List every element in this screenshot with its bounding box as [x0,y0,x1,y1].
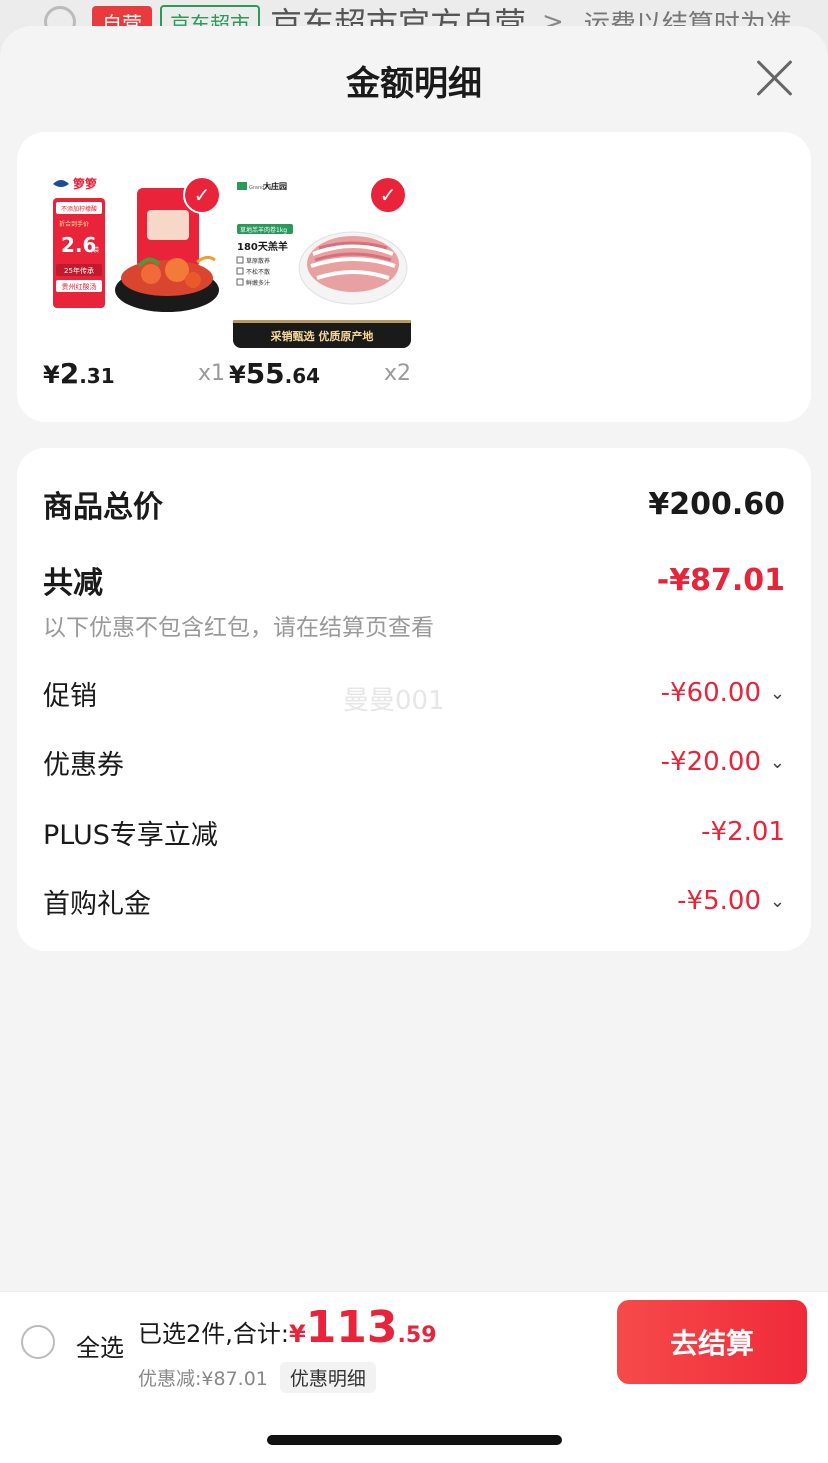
price-integer: 2 [59,357,80,390]
close-icon[interactable] [754,58,794,98]
total-reduction-label: 共减 [43,566,103,601]
discount-note: 以下优惠不包含红包，请在结算页查看 [43,615,434,641]
product-2-bullet: 鲜嫩多汁 [246,279,270,287]
selected-total: 已选2件,合计: ¥ 113 .59 [138,1306,437,1350]
product-1-badge: 不添加柠檬酸 [61,205,97,213]
product-2-headline: 180天羔羊 [237,240,288,253]
product-image: 箩箩 不添加柠檬酸 折合到手价 2.6 /袋 25年传承 贵州红酸汤 ✓ [47,170,225,348]
sheet-title: 金额明细 [346,64,482,104]
discount-value: -¥20.00 [660,747,761,777]
discount-value: -¥5.00 [677,886,761,916]
product-2-bullet: 不松不散 [246,268,270,276]
home-indicator[interactable] [267,1435,562,1445]
selected-count-text: 已选2件,合计: [138,1320,289,1348]
product-price: ¥55.64 [229,357,320,390]
discount-value: -¥2.01 [701,817,785,847]
discount-row-first-purchase[interactable]: 首购礼金 -¥5.00 ⌄ [43,881,785,921]
total-price-value: ¥200.60 [648,486,785,522]
chevron-down-icon[interactable]: ⌄ [767,683,785,704]
price-currency: ¥ [43,361,60,389]
check-icon[interactable]: ✓ [371,178,405,212]
product-price-row: ¥2.31 x1 [43,354,225,390]
total-reduction-value: -¥87.01 [656,562,785,598]
chevron-down-icon[interactable]: ⌄ [767,752,785,773]
total-decimal: .59 [397,1323,437,1348]
discount-row-promotion[interactable]: 促销 -¥60.00 ⌄ [43,673,785,713]
discount-label: 优惠券 [43,749,124,781]
discount-total-text: 优惠减:¥87.01 [138,1368,268,1390]
chevron-down-icon[interactable]: ⌄ [767,891,785,912]
product-1-brand: 箩箩 [72,176,97,191]
discount-label: 促销 [43,680,97,712]
products-card: 箩箩 不添加柠檬酸 折合到手价 2.6 /袋 25年传承 贵州红酸汤 ✓ ¥2.… [17,132,811,422]
product-2-footer: 采销甄选 优质原产地 [270,329,374,343]
checkout-button[interactable]: 去结算 [617,1300,807,1384]
total-price-row: 商品总价 ¥200.60 [43,482,785,526]
product-1-tag1: 25年传承 [64,266,94,275]
discount-row-plus: PLUS专享立减 -¥2.01 [43,812,785,852]
price-decimal: .31 [79,364,115,388]
total-price-label: 商品总价 [43,490,163,525]
product-price: ¥2.31 [43,357,115,390]
discount-detail-button[interactable]: 优惠明细 [279,1362,376,1393]
product-2-bullet: 草原散养 [246,257,270,265]
total-currency: ¥ [288,1320,306,1348]
product-quantity: x2 [383,361,411,386]
discount-summary: 优惠减:¥87.01 优惠明细 [138,1362,376,1393]
price-decimal: .64 [284,364,321,388]
summary-card: 商品总价 ¥200.60 共减 -¥87.01 以下优惠不包含红包，请在结算页查… [17,448,811,951]
select-all-label[interactable]: 全选 [76,1328,124,1363]
total-integer: 113 [305,1302,398,1353]
checkout-bar: 全选 已选2件,合计: ¥ 113 .59 优惠减:¥87.01 优惠明细 去结… [0,1291,828,1393]
discount-value: -¥60.00 [660,678,761,708]
product-image: Grand Farm 大庄园 草地羔羊肉卷1kg 180天羔羊 草原散养 不松不… [233,170,411,348]
product-quantity: x1 [197,361,225,386]
product-item[interactable]: Grand Farm 大庄园 草地羔羊肉卷1kg 180天羔羊 草原散养 不松不… [229,170,413,390]
product-1-per: /袋 [91,246,99,254]
discount-label: PLUS专享立减 [43,819,218,851]
discount-label: 首购礼金 [43,888,151,920]
price-integer: 55 [245,357,285,390]
price-currency: ¥ [229,361,246,389]
product-2-brand: 大庄园 [263,181,287,191]
amount-detail-sheet: 金额明细 箩箩 不添加柠檬酸 折合到手价 2.6 /袋 25年传承 贵州红酸汤 … [0,26,828,1291]
check-icon[interactable]: ✓ [185,178,219,212]
total-reduction-row: 共减 -¥87.01 [43,558,785,602]
product-1-price-label: 折合到手价 [59,220,89,228]
product-item[interactable]: 箩箩 不添加柠檬酸 折合到手价 2.6 /袋 25年传承 贵州红酸汤 ✓ ¥2.… [43,170,227,390]
product-price-row: ¥55.64 x2 [229,354,411,390]
product-1-tag2: 贵州红酸汤 [62,282,97,291]
product-2-tag: 草地羔羊肉卷1kg [240,226,287,234]
select-all-checkbox[interactable] [21,1325,55,1359]
discount-row-coupon[interactable]: 优惠券 -¥20.00 ⌄ [43,742,785,782]
